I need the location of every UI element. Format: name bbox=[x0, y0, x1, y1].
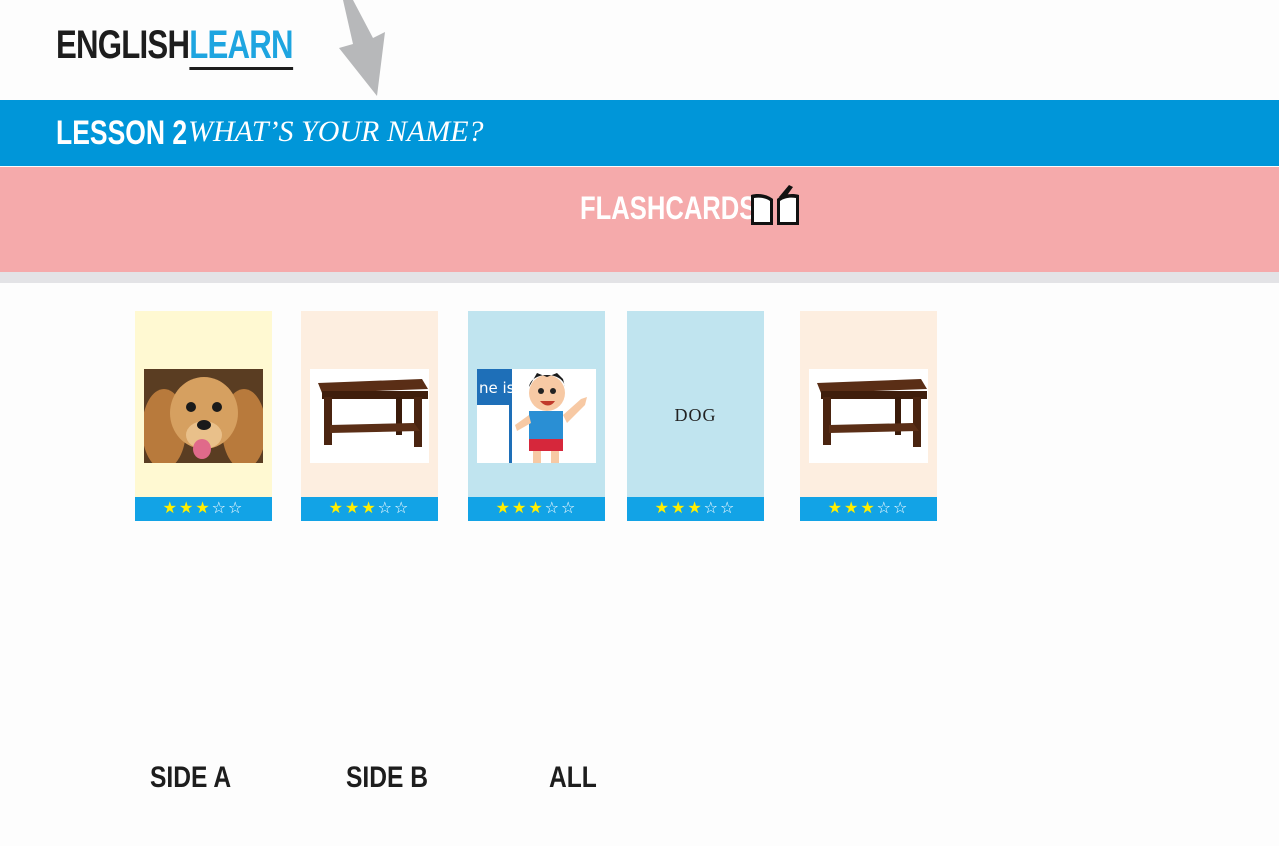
logo-learn: LEARN bbox=[189, 23, 294, 70]
star-empty-icon: ☆ bbox=[720, 500, 737, 517]
star-filled-icon: ★ bbox=[654, 500, 671, 517]
book-icon bbox=[751, 185, 799, 225]
boy-waving-image: ne is bbox=[477, 369, 596, 463]
star-empty-icon: ☆ bbox=[544, 500, 562, 517]
star-rating: ★★★☆☆ bbox=[800, 497, 937, 521]
star-filled-icon: ★ bbox=[511, 500, 529, 517]
card-word: DOG bbox=[674, 405, 717, 425]
all-button[interactable]: ALL bbox=[549, 760, 597, 796]
page: ENGLISHLEARN LESSON 2 WHAT’S YOUR NAME? … bbox=[0, 0, 1279, 846]
lesson-title: WHAT’S YOUR NAME? bbox=[188, 115, 484, 148]
side-a-button[interactable]: SIDE A bbox=[150, 760, 231, 796]
star-filled-icon: ★ bbox=[361, 500, 378, 517]
star-rating: ★★★☆☆ bbox=[627, 497, 764, 521]
star-filled-icon: ★ bbox=[328, 500, 345, 517]
flashcard[interactable]: ★★★☆☆ bbox=[800, 311, 937, 521]
flashcard[interactable]: DOG ★★★☆☆ bbox=[627, 311, 764, 521]
star-filled-icon: ★ bbox=[827, 500, 844, 517]
star-filled-icon: ★ bbox=[687, 500, 704, 517]
star-empty-icon: ☆ bbox=[876, 500, 894, 517]
pointer-arrow-icon bbox=[339, 0, 385, 96]
lesson-bar: LESSON 2 WHAT’S YOUR NAME? bbox=[0, 100, 1279, 166]
logo: ENGLISHLEARN bbox=[56, 22, 294, 70]
star-filled-icon: ★ bbox=[528, 500, 545, 517]
side-b-button[interactable]: SIDE B bbox=[346, 760, 428, 796]
flashcards-banner: FLASHCARDS bbox=[0, 167, 1279, 272]
star-filled-icon: ★ bbox=[670, 500, 688, 517]
star-empty-icon: ☆ bbox=[228, 500, 245, 517]
table-image bbox=[310, 369, 429, 463]
star-filled-icon: ★ bbox=[860, 500, 877, 517]
star-empty-icon: ☆ bbox=[211, 500, 229, 517]
star-rating: ★★★☆☆ bbox=[468, 497, 605, 521]
logo-english: ENGLISH bbox=[56, 23, 190, 67]
star-filled-icon: ★ bbox=[162, 500, 179, 517]
flashcards-title: FLASHCARDS bbox=[580, 190, 757, 226]
star-filled-icon: ★ bbox=[495, 500, 512, 517]
star-empty-icon: ☆ bbox=[703, 500, 721, 517]
flashcard[interactable]: ne is ★★★☆☆ bbox=[468, 311, 605, 521]
star-empty-icon: ☆ bbox=[893, 500, 910, 517]
star-rating: ★★★☆☆ bbox=[301, 497, 438, 521]
star-rating: ★★★☆☆ bbox=[135, 497, 272, 521]
dog-image bbox=[144, 369, 263, 463]
flashcard[interactable]: ★★★☆☆ bbox=[135, 311, 272, 521]
star-filled-icon: ★ bbox=[178, 500, 196, 517]
star-empty-icon: ☆ bbox=[561, 500, 578, 517]
divider bbox=[0, 272, 1279, 283]
lesson-number: LESSON 2 bbox=[56, 114, 188, 152]
star-empty-icon: ☆ bbox=[377, 500, 395, 517]
star-empty-icon: ☆ bbox=[394, 500, 411, 517]
table-image bbox=[809, 369, 928, 463]
flashcard[interactable]: ★★★☆☆ bbox=[301, 311, 438, 521]
star-filled-icon: ★ bbox=[843, 500, 861, 517]
sign-text: ne is bbox=[479, 379, 515, 397]
star-filled-icon: ★ bbox=[195, 500, 212, 517]
star-filled-icon: ★ bbox=[344, 500, 362, 517]
